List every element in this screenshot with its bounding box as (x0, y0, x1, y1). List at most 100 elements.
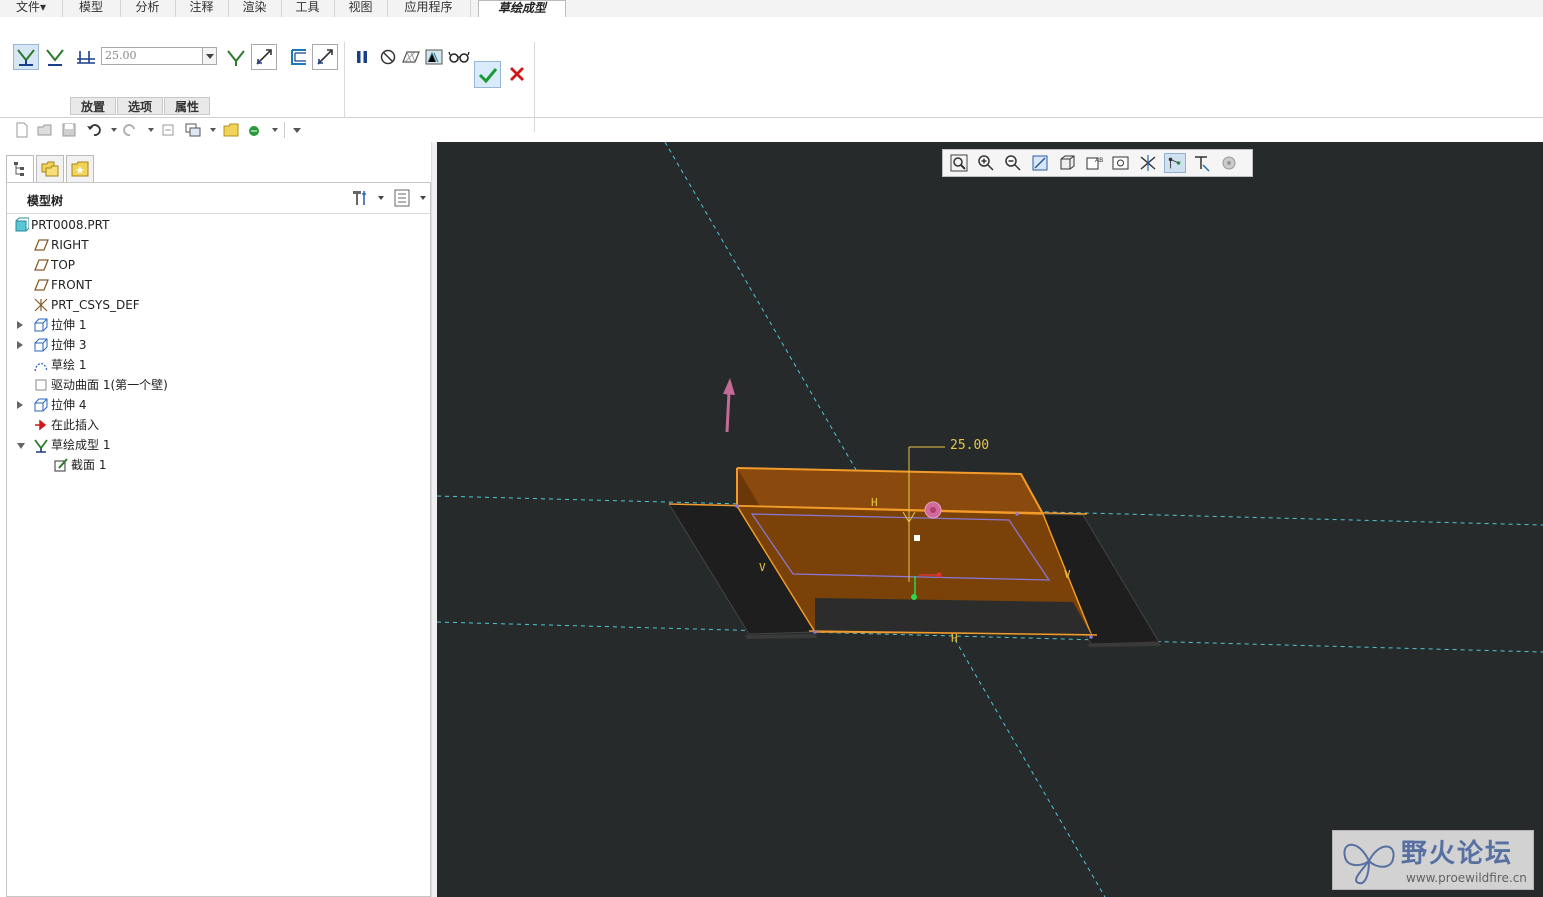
redo-dropdown-icon[interactable] (148, 128, 154, 132)
appearance-icon[interactable] (247, 122, 263, 138)
menu-tab-applications[interactable]: 应用程序 (387, 0, 471, 17)
open-file-icon[interactable] (37, 122, 53, 138)
tree-item[interactable]: 在此插入 (7, 415, 427, 435)
tree-item[interactable]: FRONT (7, 275, 427, 295)
menu-tab-analysis[interactable]: 分析 (120, 0, 176, 17)
menu-tab-view[interactable]: 视图 (334, 0, 388, 17)
tree-item-label: 在此插入 (51, 418, 100, 432)
form-die-icon[interactable] (42, 44, 68, 70)
tree-item-label: RIGHT (51, 238, 89, 252)
annotation-display-icon[interactable] (1191, 153, 1213, 173)
model-graphics (437, 142, 1543, 897)
menu-tab-model[interactable]: 模型 (62, 0, 121, 17)
new-file-icon[interactable] (14, 122, 30, 138)
regenerate-icon[interactable] (160, 122, 176, 138)
expand-arrow-icon[interactable] (17, 341, 23, 349)
refit-icon[interactable] (948, 153, 970, 173)
save-icon[interactable] (61, 122, 77, 138)
subtab-placement[interactable]: 放置 (70, 97, 116, 115)
confirm-ok-icon[interactable] (474, 61, 501, 88)
csys-icon (34, 298, 48, 312)
section-icon (54, 458, 68, 472)
tree-item[interactable]: 拉伸 1 (7, 315, 427, 335)
menu-tab-annotate[interactable]: 注释 (175, 0, 229, 17)
datum-display-icon[interactable] (1137, 153, 1159, 173)
model-tree-panel: 模型树 PRT0008.PRT RIGHT TOP FRONT PRT_CSYS_DEF… (6, 182, 431, 897)
tree-settings-dropdown-icon[interactable] (378, 196, 384, 200)
menu-tab-file[interactable]: 文件▾ (0, 0, 63, 17)
forum-watermark: 野火论坛 www.proewildfire.cn (1332, 830, 1534, 890)
tree-show-icon[interactable] (394, 189, 410, 207)
tree-item[interactable]: RIGHT (7, 235, 427, 255)
depth-dropdown-arrow-icon[interactable] (202, 48, 216, 64)
tree-item-label: 拉伸 1 (51, 318, 87, 332)
view-manager-icon[interactable] (1110, 153, 1132, 173)
tree-item[interactable]: 拉伸 3 (7, 335, 427, 355)
saved-orientations-icon[interactable]: AB (1083, 153, 1105, 173)
undo-dropdown-icon[interactable] (111, 128, 117, 132)
zoom-in-icon[interactable] (975, 153, 997, 173)
subtab-options[interactable]: 选项 (117, 97, 163, 115)
glasses-verify-icon[interactable] (446, 44, 472, 70)
verify-preview-icon[interactable] (421, 44, 447, 70)
watermark-title: 野火论坛 (1401, 839, 1514, 869)
tree-item[interactable]: PRT0008.PRT (7, 215, 427, 235)
folder-icon[interactable] (223, 122, 239, 138)
thickness-icon[interactable] (286, 44, 312, 70)
tree-item-label: 草绘 1 (51, 358, 87, 372)
spin-center-icon[interactable] (1218, 153, 1240, 173)
cancel-x-icon[interactable] (504, 61, 530, 87)
repaint-icon[interactable] (1029, 153, 1051, 173)
display-style-icon[interactable] (1056, 153, 1078, 173)
tree-item-label: PRT_CSYS_DEF (51, 298, 140, 312)
flip-form-direction-icon[interactable] (223, 44, 249, 70)
appearance-dropdown-icon[interactable] (272, 128, 278, 132)
model-tree-header: 模型树 (7, 183, 430, 214)
undo-icon[interactable] (86, 122, 102, 138)
ribbon: 25.00 放置 选项 属性 (0, 17, 1543, 132)
tree-item[interactable]: 拉伸 4 (7, 395, 427, 415)
tree-show-dropdown-icon[interactable] (420, 196, 426, 200)
tree-item[interactable]: 截面 1 (7, 455, 427, 475)
redo-icon[interactable] (122, 122, 138, 138)
flip-material-side-icon[interactable] (251, 44, 277, 70)
tree-item[interactable]: PRT_CSYS_DEF (7, 295, 427, 315)
depth-drag-handle-center (930, 507, 936, 513)
direction-arrow-head-icon[interactable] (723, 378, 735, 395)
datum-plane-icon (34, 239, 49, 251)
menu-tab-tools[interactable]: 工具 (281, 0, 335, 17)
extrude-icon (34, 398, 48, 412)
expand-arrow-icon[interactable] (17, 321, 23, 329)
expand-arrow-icon[interactable] (17, 401, 23, 409)
model-tree-tab-icon[interactable] (6, 155, 34, 182)
favorites-tab-icon[interactable] (66, 155, 94, 182)
graphics-viewport[interactable]: 25.00 H H V V AB 野火论坛 www.proewildfire.c… (437, 142, 1543, 897)
toolbar-separator (284, 122, 285, 138)
customize-toolbar-icon[interactable] (293, 128, 301, 133)
form-punch-icon[interactable] (13, 44, 39, 70)
tree-item-label: PRT0008.PRT (31, 218, 110, 232)
menu-tab-render[interactable]: 渲染 (228, 0, 282, 17)
tree-item[interactable]: 草绘成型 1 (7, 435, 427, 455)
windows-icon[interactable] (185, 122, 201, 138)
subtab-properties[interactable]: 属性 (164, 97, 210, 115)
selection-handle[interactable] (914, 535, 920, 541)
windows-dropdown-icon[interactable] (210, 128, 216, 132)
constraint-h-top: H (871, 496, 878, 509)
tree-item[interactable]: TOP (7, 255, 427, 275)
box-front-shadow (815, 598, 1091, 634)
pause-icon[interactable] (349, 44, 375, 70)
sketch-display-icon[interactable] (1164, 153, 1186, 173)
sketch-icon (34, 362, 48, 372)
zoom-out-icon[interactable] (1002, 153, 1024, 173)
folder-browser-tab-icon[interactable] (36, 155, 64, 182)
constraint-h-bottom: H (951, 632, 958, 645)
tree-settings-icon[interactable] (351, 189, 369, 207)
flip-thickness-icon[interactable] (312, 44, 338, 70)
collapse-arrow-icon[interactable] (17, 443, 25, 449)
depth-dimension-label[interactable]: 25.00 (950, 438, 989, 453)
tree-item[interactable]: 驱动曲面 1(第一个壁) (7, 375, 427, 395)
depth-value-input[interactable]: 25.00 (101, 47, 217, 65)
depth-blind-icon[interactable] (73, 44, 99, 70)
tree-item[interactable]: 草绘 1 (7, 355, 427, 375)
